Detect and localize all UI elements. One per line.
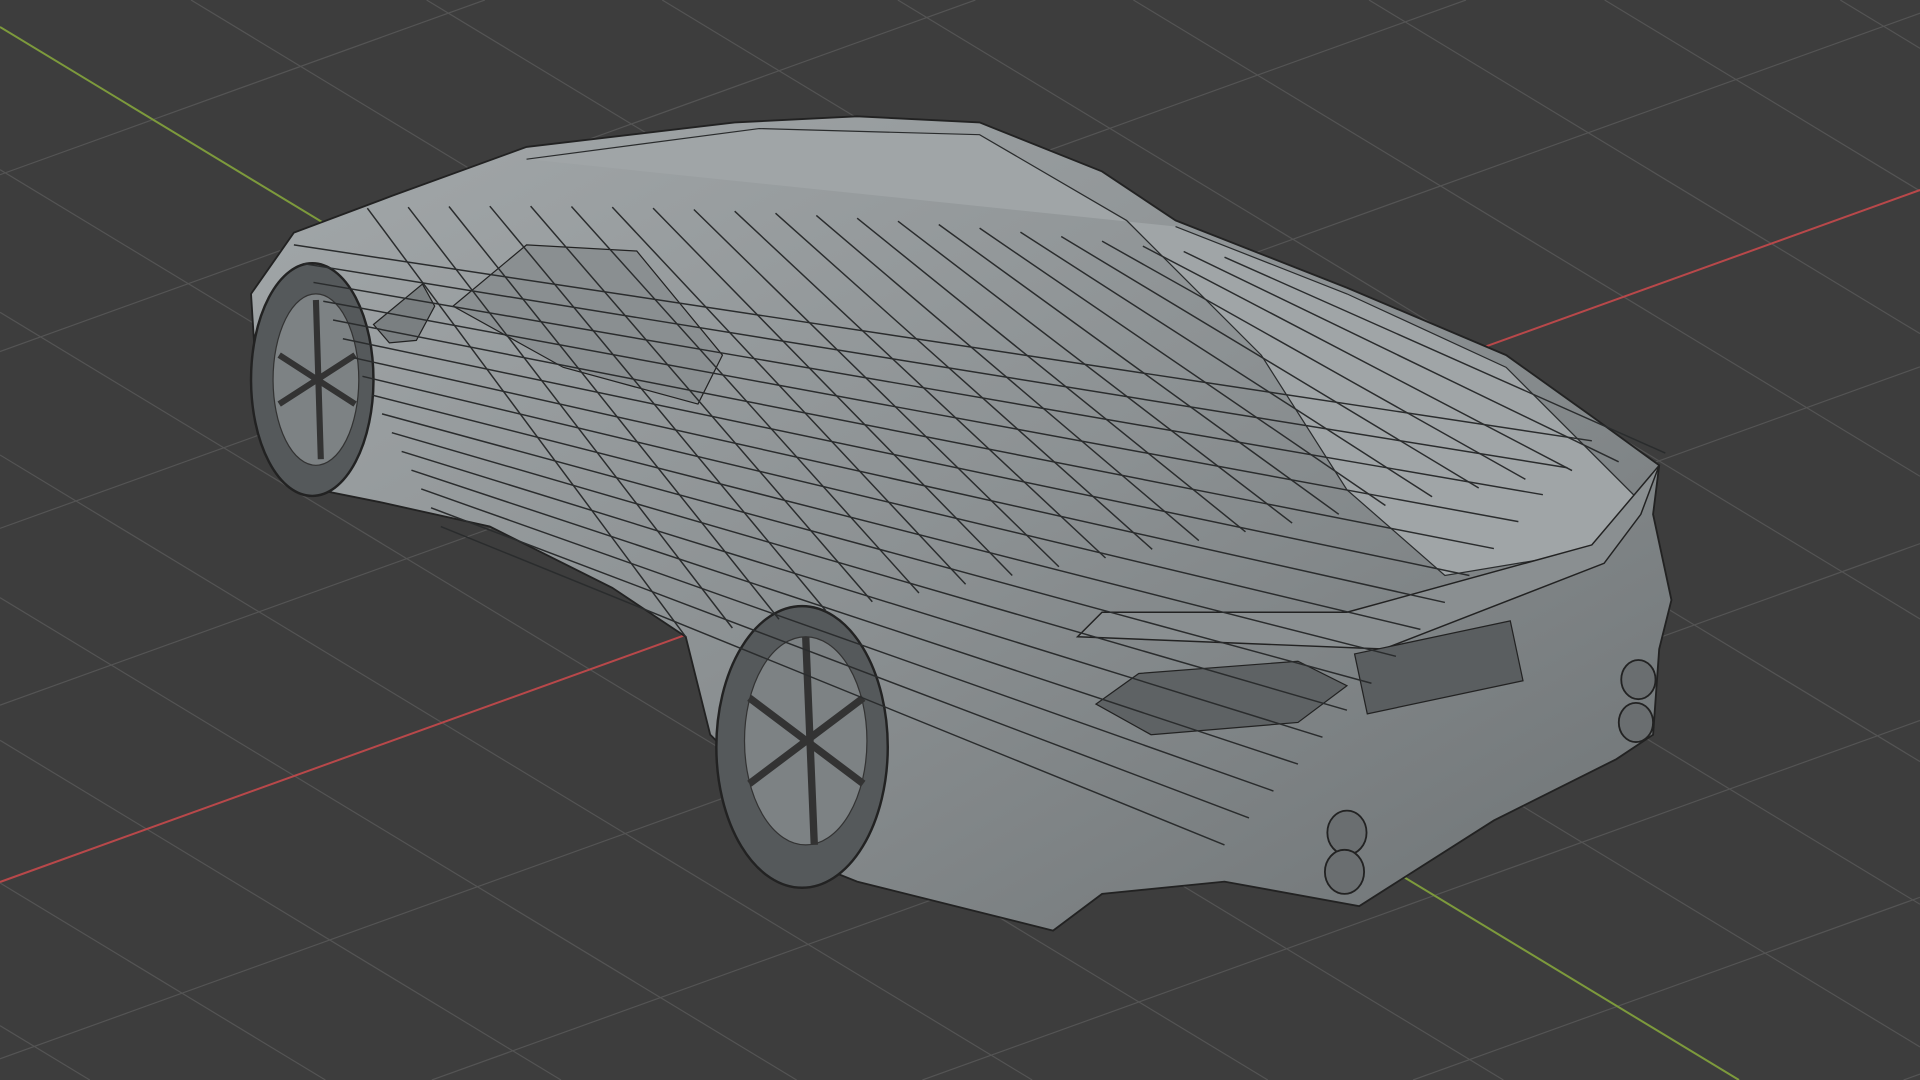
viewport-canvas[interactable] — [0, 0, 1920, 1080]
grid-line — [0, 882, 326, 1080]
grid-line — [0, 1025, 91, 1080]
front-wheel — [249, 262, 375, 498]
grid-line — [1604, 0, 1920, 192]
grid-line — [1412, 896, 1920, 1080]
car-model[interactable] — [249, 115, 1673, 932]
3d-viewport[interactable] — [0, 0, 1920, 1080]
grid-line — [1368, 0, 1920, 335]
grid-line — [1839, 0, 1920, 49]
grid-line — [0, 0, 486, 176]
grid-line — [1903, 1073, 1920, 1080]
